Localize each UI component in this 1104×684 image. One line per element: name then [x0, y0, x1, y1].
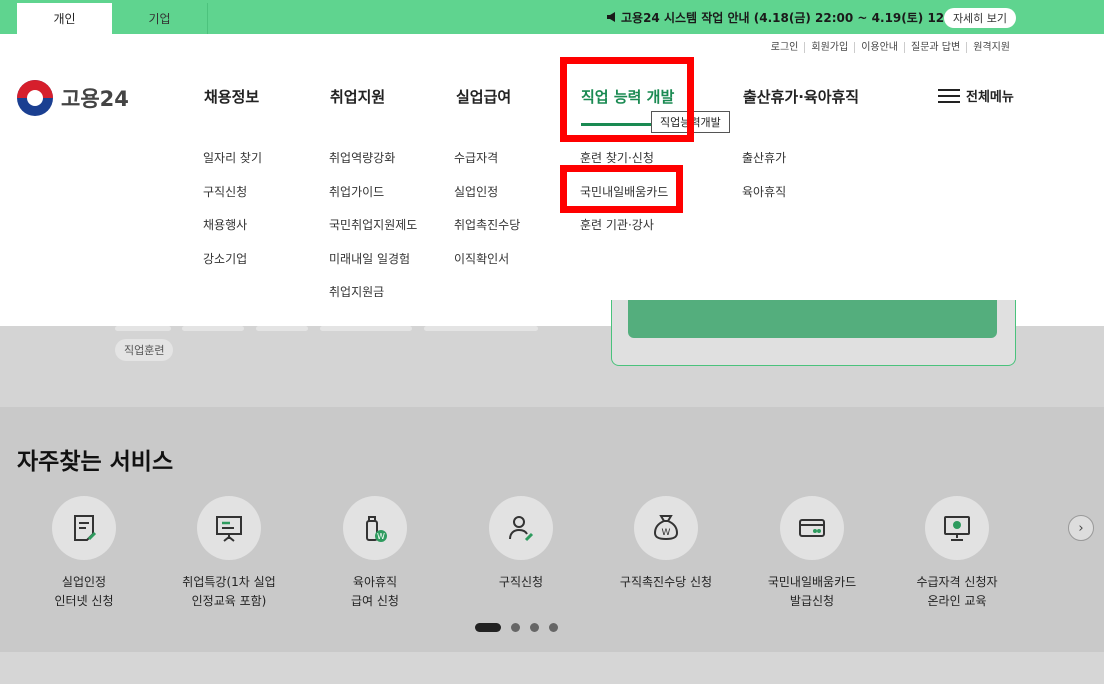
site-logo[interactable]: 고용24 [17, 80, 129, 116]
submenu-reemployment-allowance[interactable]: 취업촉진수당 [454, 216, 520, 233]
person-pen-icon [489, 496, 553, 560]
pagination-dot[interactable] [549, 623, 558, 632]
service-label: 실업인정 [61, 575, 107, 589]
submenu-parental-leave[interactable]: 육아휴직 [742, 183, 786, 200]
pagination-dot[interactable] [530, 623, 539, 632]
tab-personal[interactable]: 개인 [17, 3, 112, 34]
document-pen-icon [52, 496, 116, 560]
service-label: 급여 신청 [351, 594, 399, 608]
submenu-learning-card[interactable]: 국민내일배움카드 [578, 181, 671, 202]
svg-text:W: W [377, 532, 385, 541]
remote-support-link[interactable]: 원격지원 [966, 42, 1016, 53]
submenu-future-work-experience[interactable]: 미래내일 일경험 [329, 250, 410, 267]
service-label: 인정교육 포함) [191, 594, 267, 608]
submenu-hiring-events[interactable]: 채용행사 [203, 216, 247, 233]
gnb-maternity-parental-leave[interactable]: 출산휴가·육아휴직 [743, 86, 859, 107]
svg-text:W: W [662, 528, 671, 538]
gnb-job-info[interactable]: 채용정보 [204, 86, 259, 107]
megaphone-icon [606, 12, 618, 25]
chevron-right-icon: › [1078, 520, 1084, 536]
tab-business[interactable]: 기업 [112, 3, 208, 34]
submenu-find-job[interactable]: 일자리 찾기 [203, 149, 262, 166]
qna-link[interactable]: 질문과 답변 [904, 42, 966, 53]
service-label: 국민내일배움카드 [767, 575, 857, 589]
guide-link[interactable]: 이용안내 [854, 42, 904, 53]
service-job-lecture[interactable]: 취업특강(1차 실업인정교육 포함) [164, 496, 294, 611]
all-menu-label: 전체메뉴 [966, 90, 1014, 105]
submenu-capacity-building[interactable]: 취업역량강화 [329, 149, 395, 166]
submenu-employment-subsidy[interactable]: 취업지원금 [329, 283, 384, 300]
login-link[interactable]: 로그인 [765, 42, 805, 53]
all-menu-button[interactable]: 전체메뉴 [938, 86, 1014, 105]
gnb-employment-support[interactable]: 취업지원 [330, 86, 385, 107]
service-label: 수급자격 신청자 [916, 575, 998, 589]
keyword-chip [424, 326, 538, 331]
carousel-pagination [475, 623, 568, 632]
panel-button[interactable] [628, 300, 997, 338]
page-bottom [0, 652, 1104, 684]
submenu-strong-companies[interactable]: 강소기업 [203, 250, 247, 267]
hamburger-icon [938, 88, 960, 104]
submenu-training-search[interactable]: 훈련 찾기·신청 [580, 149, 654, 166]
utility-links: 로그인 회원가입 이용안내 질문과 답변 원격지원 [765, 42, 1016, 53]
logo-text: 고용24 [61, 87, 129, 111]
notice-more-button[interactable]: 자세히 보기 [944, 8, 1016, 28]
service-label: 온라인 교육 [927, 594, 987, 608]
service-job-promotion-allowance[interactable]: W 구직촉진수당 신청 [601, 496, 731, 592]
service-label: 인터넷 신청 [54, 594, 114, 608]
gnb-unemployment-benefits[interactable]: 실업급여 [456, 86, 511, 107]
submenu-job-application[interactable]: 구직신청 [203, 183, 247, 200]
service-label: 취업특강(1차 실업 [182, 575, 276, 589]
submenu-unemployment-recognition[interactable]: 실업인정 [454, 183, 498, 200]
services-title: 자주찾는 서비스 [17, 449, 174, 475]
submenu-eligibility[interactable]: 수급자격 [454, 149, 498, 166]
submenu-national-employment-support[interactable]: 국민취업지원제도 [329, 216, 417, 233]
keyword-chip-vocational-training[interactable]: 직업훈련 [115, 339, 174, 361]
top-bar: 개인 기업 고용24 시스템 작업 안내 (4.18(금) 22:00 ~ 4.… [0, 0, 1104, 34]
service-label: 구직신청 [498, 575, 544, 589]
service-parental-leave-benefit[interactable]: W 육아휴직급여 신청 [310, 496, 440, 611]
submenu-separation-confirmation[interactable]: 이직확인서 [454, 250, 509, 267]
baby-bottle-won-icon: W [343, 496, 407, 560]
service-unemployment-recognition[interactable]: 실업인정인터넷 신청 [19, 496, 149, 611]
service-label: 구직촉진수당 신청 [619, 575, 713, 589]
pagination-dot[interactable] [511, 623, 520, 632]
service-job-application[interactable]: 구직신청 [456, 496, 586, 592]
keyword-chip [182, 326, 244, 331]
gnb-tooltip: 직업능력개발 [651, 111, 730, 133]
service-learning-card-application[interactable]: 국민내일배움카드발급신청 [747, 496, 877, 611]
presentation-board-icon [197, 496, 261, 560]
notice-text: 고용24 시스템 작업 안내 (4.18(금) 22:00 ~ 4.19(토) … [621, 11, 972, 25]
card-icon [780, 496, 844, 560]
carousel-next-button[interactable]: › [1068, 515, 1094, 541]
header: 로그인 회원가입 이용안내 질문과 답변 원격지원 고용24 채용정보 취업지원… [0, 34, 1104, 326]
keyword-chip [256, 326, 308, 331]
signup-link[interactable]: 회원가입 [804, 42, 854, 53]
keyword-chip [320, 326, 412, 331]
submenu-training-institutes[interactable]: 훈련 기관·강사 [580, 216, 654, 233]
taegeuk-logo-icon [17, 80, 53, 116]
submenu-maternity-leave[interactable]: 출산휴가 [742, 149, 786, 166]
service-label: 육아휴직 [352, 575, 398, 589]
submenu-job-guide[interactable]: 취업가이드 [329, 183, 384, 200]
monitor-play-icon [925, 496, 989, 560]
pagination-dot-active[interactable] [475, 623, 501, 632]
gnb-vocational-training[interactable]: 직업 능력 개발 [581, 86, 674, 107]
service-label: 발급신청 [789, 594, 835, 608]
keyword-chip [115, 326, 171, 331]
money-bag-won-icon: W [634, 496, 698, 560]
system-notice[interactable]: 고용24 시스템 작업 안내 (4.18(금) 22:00 ~ 4.19(토) … [606, 9, 971, 26]
service-online-education[interactable]: 수급자격 신청자온라인 교육 [892, 496, 1022, 611]
